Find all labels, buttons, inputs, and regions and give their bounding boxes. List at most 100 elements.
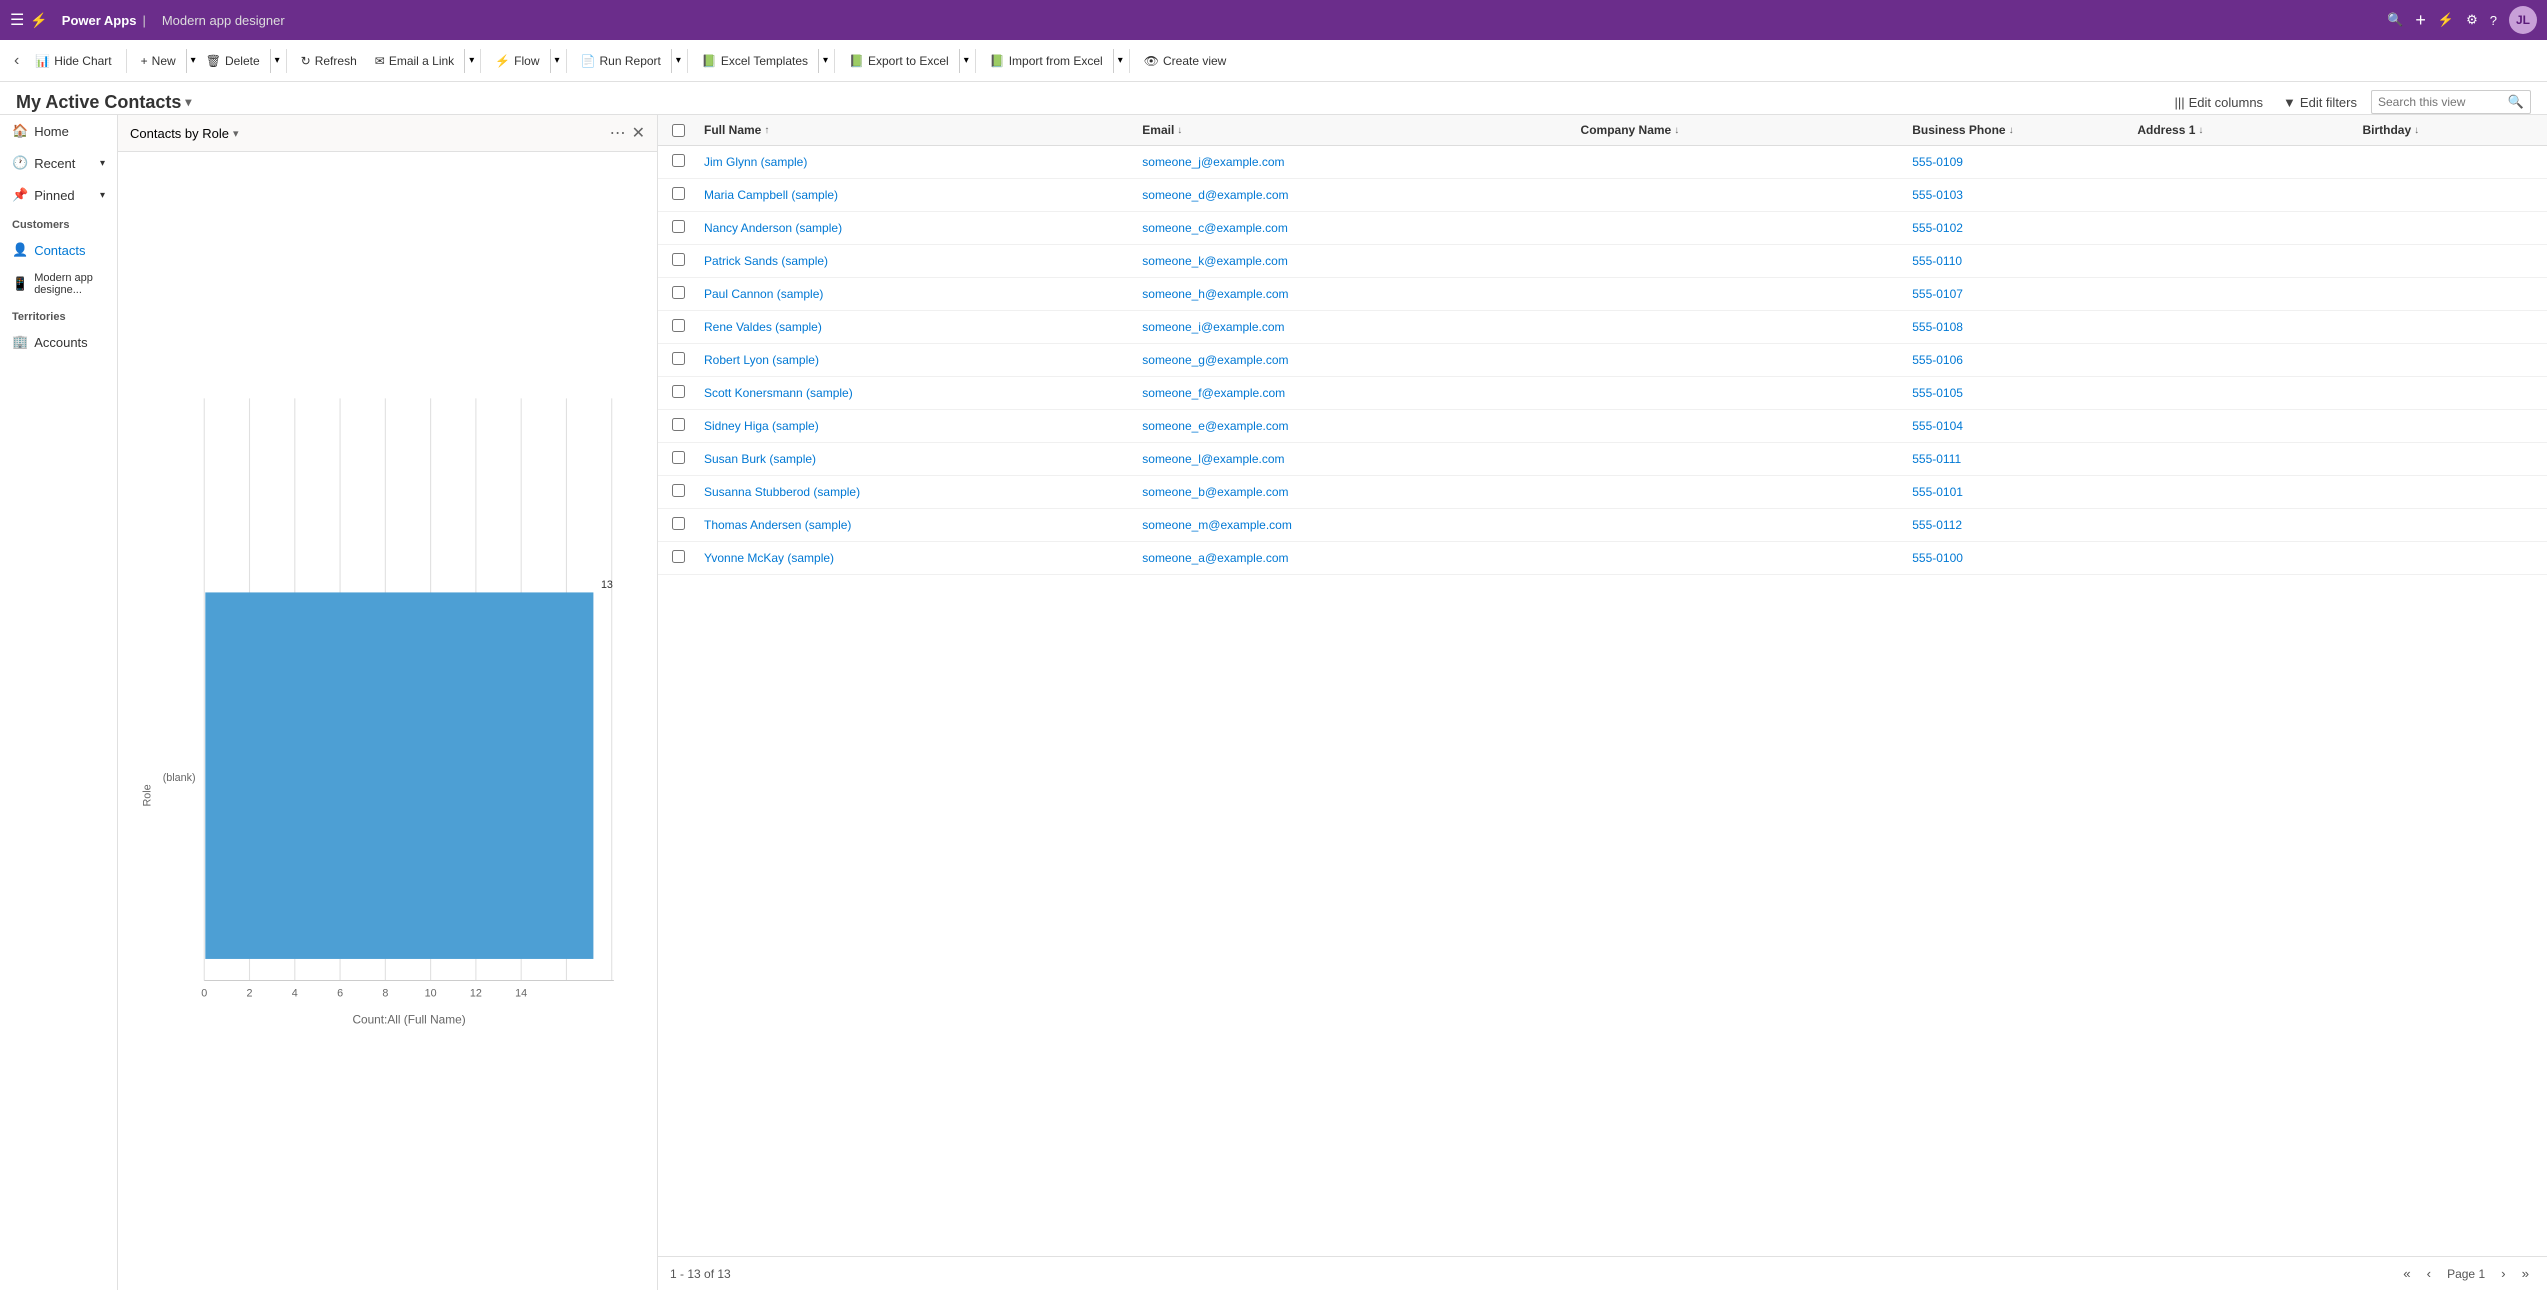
cell-phone-4[interactable]: 555-0107: [1906, 279, 2131, 309]
cell-phone-7[interactable]: 555-0105: [1906, 378, 2131, 408]
chart-title-caret[interactable]: ▾: [233, 127, 239, 140]
cell-fullname-1[interactable]: Maria Campbell (sample): [698, 180, 1136, 210]
run-report-button[interactable]: 📄 Run Report: [573, 50, 669, 72]
cell-phone-9[interactable]: 555-0111: [1906, 444, 2131, 474]
cell-phone-12[interactable]: 555-0100: [1906, 543, 2131, 573]
cell-email-6[interactable]: someone_g@example.com: [1136, 345, 1574, 375]
row-checkbox-8[interactable]: [666, 410, 698, 442]
next-page-button[interactable]: ›: [2495, 1263, 2511, 1284]
cell-email-2[interactable]: someone_c@example.com: [1136, 213, 1574, 243]
search-icon-topbar[interactable]: 🔍: [2387, 12, 2403, 28]
cell-email-1[interactable]: someone_d@example.com: [1136, 180, 1574, 210]
new-caret[interactable]: ▾: [186, 49, 196, 73]
chart-more-icon[interactable]: ⋯: [610, 123, 626, 143]
settings-icon-topbar[interactable]: ⚙: [2466, 12, 2478, 28]
cell-email-4[interactable]: someone_h@example.com: [1136, 279, 1574, 309]
cell-fullname-5[interactable]: Rene Valdes (sample): [698, 312, 1136, 342]
row-checkbox-11[interactable]: [666, 509, 698, 541]
cell-fullname-8[interactable]: Sidney Higa (sample): [698, 411, 1136, 441]
filter-icon-topbar[interactable]: ⚡: [2438, 12, 2454, 28]
edit-columns-button[interactable]: ||| Edit columns: [2168, 91, 2269, 114]
row-checkbox-7[interactable]: [666, 377, 698, 409]
row-checkbox-6[interactable]: [666, 344, 698, 376]
row-checkbox-2[interactable]: [666, 212, 698, 244]
cell-phone-10[interactable]: 555-0101: [1906, 477, 2131, 507]
hamburger-icon[interactable]: ☰: [10, 10, 24, 30]
cell-email-11[interactable]: someone_m@example.com: [1136, 510, 1574, 540]
cell-email-12[interactable]: someone_a@example.com: [1136, 543, 1574, 573]
cell-phone-3[interactable]: 555-0110: [1906, 246, 2131, 276]
col-header-phone[interactable]: Business Phone ↓: [1906, 115, 2131, 145]
email-link-button[interactable]: ✉ Email a Link: [367, 50, 462, 72]
cell-fullname-12[interactable]: Yvonne McKay (sample): [698, 543, 1136, 573]
excel-templates-caret[interactable]: ▾: [818, 49, 828, 73]
cell-fullname-6[interactable]: Robert Lyon (sample): [698, 345, 1136, 375]
row-checkbox-1[interactable]: [666, 179, 698, 211]
sidebar-item-contacts[interactable]: 👤 Contacts: [0, 235, 117, 265]
excel-templates-button[interactable]: 📗 Excel Templates: [694, 50, 816, 72]
last-page-button[interactable]: »: [2516, 1263, 2535, 1284]
avatar[interactable]: JL: [2509, 6, 2537, 34]
cell-phone-5[interactable]: 555-0108: [1906, 312, 2131, 342]
sidebar-item-pinned[interactable]: 📌 Pinned ▾: [0, 179, 117, 211]
edit-filters-button[interactable]: ▼ Edit filters: [2277, 91, 2363, 114]
cell-phone-2[interactable]: 555-0102: [1906, 213, 2131, 243]
import-excel-button[interactable]: 📗 Import from Excel: [982, 50, 1111, 72]
new-button[interactable]: + New: [133, 50, 184, 72]
refresh-button[interactable]: ↻ Refresh: [293, 50, 365, 72]
cell-phone-11[interactable]: 555-0112: [1906, 510, 2131, 540]
first-page-button[interactable]: «: [2397, 1263, 2416, 1284]
cell-fullname-2[interactable]: Nancy Anderson (sample): [698, 213, 1136, 243]
row-checkbox-5[interactable]: [666, 311, 698, 343]
cell-phone-1[interactable]: 555-0103: [1906, 180, 2131, 210]
cell-email-5[interactable]: someone_i@example.com: [1136, 312, 1574, 342]
delete-caret[interactable]: ▾: [270, 49, 280, 73]
col-header-email[interactable]: Email ↓: [1136, 115, 1574, 145]
cell-fullname-3[interactable]: Patrick Sands (sample): [698, 246, 1136, 276]
help-icon-topbar[interactable]: ?: [2490, 13, 2497, 28]
cell-fullname-7[interactable]: Scott Konersmann (sample): [698, 378, 1136, 408]
row-checkbox-3[interactable]: [666, 245, 698, 277]
row-checkbox-10[interactable]: [666, 476, 698, 508]
create-view-button[interactable]: 👁 Create view: [1136, 50, 1235, 72]
col-header-fullname[interactable]: Full Name ↑: [698, 115, 1136, 145]
email-caret[interactable]: ▾: [464, 49, 474, 73]
cell-phone-6[interactable]: 555-0106: [1906, 345, 2131, 375]
select-all-checkbox[interactable]: [672, 124, 685, 137]
cell-email-10[interactable]: someone_b@example.com: [1136, 477, 1574, 507]
sidebar-item-recent[interactable]: 🕐 Recent ▾: [0, 147, 117, 179]
export-caret[interactable]: ▾: [959, 49, 969, 73]
cell-fullname-11[interactable]: Thomas Andersen (sample): [698, 510, 1136, 540]
import-caret[interactable]: ▾: [1113, 49, 1123, 73]
cell-email-7[interactable]: someone_f@example.com: [1136, 378, 1574, 408]
run-report-caret[interactable]: ▾: [671, 49, 681, 73]
cell-phone-0[interactable]: 555-0109: [1906, 147, 2131, 177]
back-button[interactable]: ‹: [8, 48, 25, 74]
row-checkbox-4[interactable]: [666, 278, 698, 310]
pinned-expand-icon[interactable]: ▾: [100, 190, 105, 201]
cell-email-9[interactable]: someone_l@example.com: [1136, 444, 1574, 474]
col-header-company[interactable]: Company Name ↓: [1575, 115, 1907, 145]
search-box[interactable]: 🔍: [2371, 90, 2531, 114]
sidebar-item-modern-app[interactable]: 📱 Modern app designe...: [0, 265, 117, 303]
prev-page-button[interactable]: ‹: [2421, 1263, 2437, 1284]
row-checkbox-12[interactable]: [666, 542, 698, 574]
hide-chart-button[interactable]: 📊 Hide Chart: [27, 50, 119, 72]
cell-phone-8[interactable]: 555-0104: [1906, 411, 2131, 441]
cell-fullname-10[interactable]: Susanna Stubberod (sample): [698, 477, 1136, 507]
flow-caret[interactable]: ▾: [550, 49, 560, 73]
recent-expand-icon[interactable]: ▾: [100, 158, 105, 169]
cell-fullname-9[interactable]: Susan Burk (sample): [698, 444, 1136, 474]
sidebar-item-accounts[interactable]: 🏢 Accounts: [0, 327, 117, 357]
cell-email-3[interactable]: someone_k@example.com: [1136, 246, 1574, 276]
col-header-birthday[interactable]: Birthday ↓: [2356, 115, 2539, 145]
row-checkbox-0[interactable]: [666, 146, 698, 178]
flow-button[interactable]: ⚡ Flow: [487, 50, 547, 72]
cell-email-8[interactable]: someone_e@example.com: [1136, 411, 1574, 441]
cell-fullname-0[interactable]: Jim Glynn (sample): [698, 147, 1136, 177]
row-checkbox-9[interactable]: [666, 443, 698, 475]
cell-email-0[interactable]: someone_j@example.com: [1136, 147, 1574, 177]
cell-fullname-4[interactable]: Paul Cannon (sample): [698, 279, 1136, 309]
export-excel-button[interactable]: 📗 Export to Excel: [841, 50, 957, 72]
add-icon-topbar[interactable]: +: [2415, 10, 2426, 31]
